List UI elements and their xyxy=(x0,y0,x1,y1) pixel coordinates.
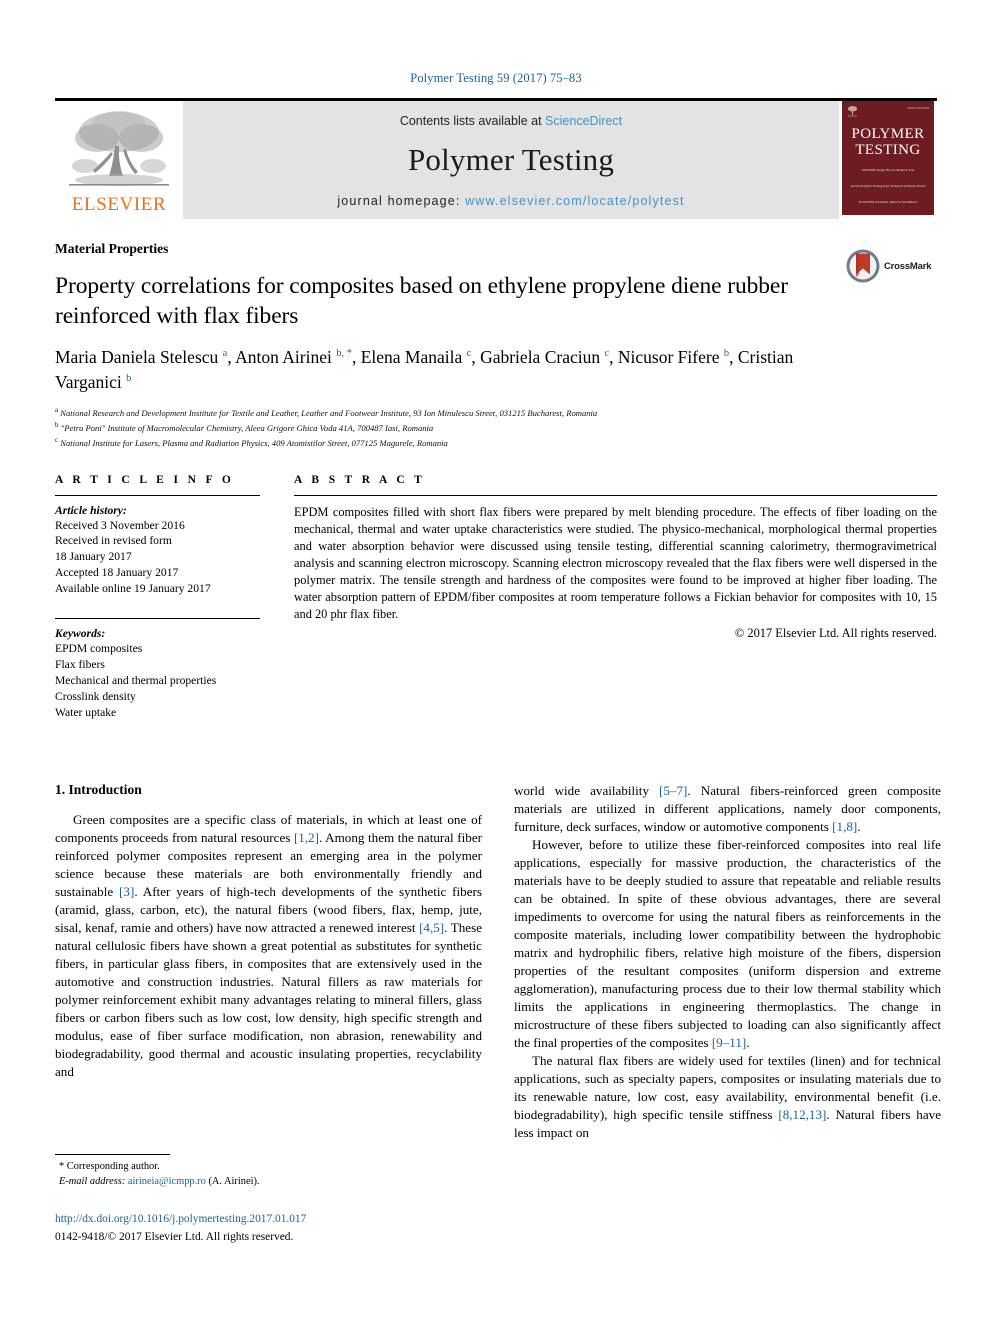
cover-subtext-3: ELSEVIER Available online ScienceDirect xyxy=(858,200,918,205)
crossmark-label: CrossMark xyxy=(884,260,932,272)
paragraph: world wide availability [5–7]. Natural f… xyxy=(514,783,941,835)
article-history-title: Article history: xyxy=(55,503,127,517)
corresponding-author-line: * Corresponding author. xyxy=(59,1161,160,1172)
history-item: Received in revised form xyxy=(55,534,172,548)
page-title: Property correlations for composites bas… xyxy=(55,273,788,330)
journal-banner: Contents lists available at ScienceDirec… xyxy=(183,101,839,219)
email-line: E-mail address: airineia@icmpp.ro (A. Ai… xyxy=(55,1174,482,1189)
paragraph: The natural flax fibers are widely used … xyxy=(514,1053,942,1141)
paragraph: Green composites are a specific class of… xyxy=(55,812,483,1080)
article-info-column: A R T I C L E I N F O Article history: R… xyxy=(55,474,260,721)
affiliation-mark-c: c xyxy=(55,435,59,444)
contents-available-line: Contents lists available at ScienceDirec… xyxy=(400,114,622,128)
abstract-text: EPDM composites filled with short flax f… xyxy=(294,504,937,622)
cover-subtext-2: ALSO Polymer Testing Key Technical Advis… xyxy=(850,184,926,189)
issn-copyright: 0142-9418/© 2017 Elsevier Ltd. All right… xyxy=(55,1231,294,1243)
abstract-heading: A B S T R A C T xyxy=(294,473,426,486)
email-label: E-mail address: xyxy=(59,1176,126,1188)
keyword-item: Crosslink density xyxy=(55,689,136,703)
email-link[interactable]: airineia@icmpp.ro xyxy=(128,1176,206,1187)
history-item: Received 3 November 2016 xyxy=(55,518,185,532)
abstract-rule xyxy=(294,494,937,496)
cover-image: ISSN 0142-9418 POLYMER TESTING EDITORS R… xyxy=(842,101,934,215)
body-column-right: world wide availability [5–7]. Natural f… xyxy=(514,782,941,1142)
running-head: Polymer Testing 59 (2017) 75–83 xyxy=(410,71,582,85)
corresponding-author-footnote: * Corresponding author. E-mail address: … xyxy=(55,1154,482,1189)
article-info-heading: A R T I C L E I N F O xyxy=(55,473,235,486)
homepage-link[interactable]: www.elsevier.com/locate/polytest xyxy=(465,194,685,208)
affiliation-mark-a: a xyxy=(55,405,59,414)
cover-title-line2: TESTING xyxy=(855,141,921,158)
email-suffix: (A. Airinei). xyxy=(208,1176,260,1188)
affiliation-mark-b: b xyxy=(55,420,59,429)
elsevier-tree-icon xyxy=(69,111,169,186)
affiliation-c: c National Institute for Lasers, Plasma … xyxy=(55,435,937,450)
journal-name: Polymer Testing xyxy=(407,142,615,177)
info-abstract-row: A R T I C L E I N F O Article history: R… xyxy=(55,474,937,721)
cover-title: POLYMER TESTING xyxy=(842,126,934,158)
history-item: Available online 19 January 2017 xyxy=(55,581,211,595)
history-item: 18 January 2017 xyxy=(55,550,132,564)
affiliations: a National Research and Development Inst… xyxy=(55,405,937,450)
elsevier-wordmark: ELSEVIER xyxy=(71,194,167,215)
abstract-column: A B S T R A C T EPDM composites filled w… xyxy=(294,474,937,721)
journal-homepage-line: journal homepage: www.elsevier.com/locat… xyxy=(337,194,684,208)
article-info-rule xyxy=(55,494,260,496)
journal-masthead: ELSEVIER Contents lists available at Sci… xyxy=(55,98,937,219)
keyword-item: Mechanical and thermal properties xyxy=(55,673,217,687)
cover-subtext-1: EDITORS Roger Brown Material Test xyxy=(861,168,915,173)
author-list: Maria Daniela Stelescu a, Anton Airinei … xyxy=(55,347,794,392)
paper-page: Polymer Testing 59 (2017) 75–83 ELSEVIER… xyxy=(0,0,992,1323)
elsevier-logo: ELSEVIER xyxy=(55,101,183,219)
homepage-prefix: journal homepage: xyxy=(337,194,466,208)
cover-elsevier-tree-icon xyxy=(847,105,858,117)
crossmark-icon xyxy=(846,249,880,283)
crossmark-badge[interactable]: CrossMark xyxy=(845,243,937,289)
cover-issn-code: ISSN 0142-9418 xyxy=(907,106,929,110)
abstract-copyright: © 2017 Elsevier Ltd. All rights reserved… xyxy=(734,626,937,641)
keywords-title: Keywords: xyxy=(55,627,106,641)
section-heading-introduction: 1. Introduction xyxy=(55,782,142,798)
affiliation-text-c: National Institute for Lasers, Plasma an… xyxy=(60,437,448,448)
affiliation-b: b "Petru Poni" Institute of Macromolecul… xyxy=(55,420,937,435)
cover-title-line1: POLYMER xyxy=(851,126,925,142)
title-block: Material Properties Property correlation… xyxy=(55,219,937,450)
section-kicker: Material Properties xyxy=(55,241,169,256)
keyword-item: Water uptake xyxy=(55,705,117,719)
body-columns: 1. Introduction Green composites are a s… xyxy=(55,782,941,1142)
body-column-left: 1. Introduction Green composites are a s… xyxy=(55,782,482,1142)
history-item: Accepted 18 January 2017 xyxy=(55,565,179,579)
sciencedirect-link[interactable]: ScienceDirect xyxy=(545,114,622,128)
keywords-rule xyxy=(55,618,260,620)
doi-link[interactable]: http://dx.doi.org/10.1016/j.polymertesti… xyxy=(55,1213,555,1225)
affiliation-text-b: "Petru Poni" Institute of Macromolecular… xyxy=(60,422,434,433)
journal-cover-thumbnail: ISSN 0142-9418 POLYMER TESTING EDITORS R… xyxy=(839,101,937,219)
paragraph: However, before to utilize these fiber-r… xyxy=(514,837,941,1051)
footnote-rule xyxy=(55,1154,170,1155)
affiliation-a: a National Research and Development Inst… xyxy=(55,405,937,420)
keyword-item: EPDM composites xyxy=(55,642,143,656)
contents-prefix: Contents lists available at xyxy=(399,114,546,128)
affiliation-text-a: National Research and Development Instit… xyxy=(60,407,598,418)
keyword-item: Flax fibers xyxy=(55,658,105,672)
